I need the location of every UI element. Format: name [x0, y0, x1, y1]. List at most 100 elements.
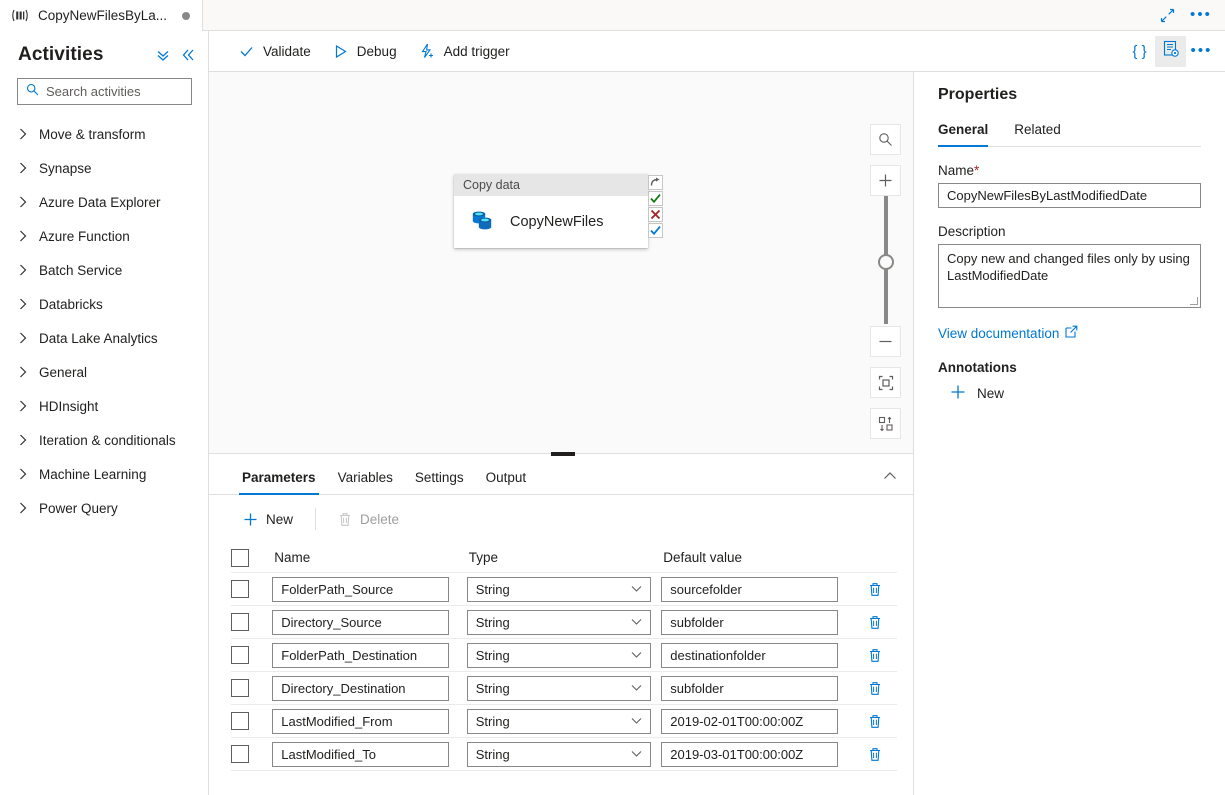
- sidebar-item-data-lake-analytics[interactable]: Data Lake Analytics: [0, 321, 208, 355]
- param-type-select[interactable]: String: [466, 741, 651, 767]
- param-type-select[interactable]: String: [466, 708, 651, 734]
- row-checkbox[interactable]: [231, 646, 249, 664]
- skip-handle[interactable]: [648, 175, 663, 190]
- expand-icon[interactable]: [1152, 1, 1182, 30]
- row-checkbox[interactable]: [231, 679, 249, 697]
- param-name-input[interactable]: LastModified_From: [272, 708, 450, 734]
- pipeline-canvas[interactable]: Copy data CopyNewFiles: [209, 72, 913, 453]
- param-default-input[interactable]: subfolder: [661, 609, 839, 635]
- param-name-input[interactable]: FolderPath_Source: [272, 576, 450, 602]
- validate-button[interactable]: Validate: [228, 35, 322, 67]
- add-trigger-button[interactable]: Add trigger: [408, 35, 521, 67]
- success-handle[interactable]: [648, 191, 663, 206]
- row-checkbox[interactable]: [231, 613, 249, 631]
- delete-row-icon[interactable]: [868, 714, 882, 729]
- failure-handle[interactable]: [648, 207, 663, 222]
- chevron-down-icon: [631, 684, 642, 692]
- sidebar-item-power-query[interactable]: Power Query: [0, 491, 208, 525]
- sidebar-item-batch-service[interactable]: Batch Service: [0, 253, 208, 287]
- description-field[interactable]: Copy new and changed files only by using…: [938, 244, 1201, 308]
- delete-row-icon[interactable]: [868, 582, 882, 597]
- param-type-cell: String: [466, 642, 662, 668]
- panel-resize-handle[interactable]: [551, 452, 575, 456]
- row-checkbox[interactable]: [231, 745, 249, 763]
- double-chevron-down-icon[interactable]: [155, 47, 171, 63]
- delete-row-icon[interactable]: [868, 648, 882, 663]
- zoom-slider[interactable]: [870, 196, 901, 324]
- param-default-input[interactable]: destinationfolder: [661, 642, 839, 668]
- sidebar-item-iteration-conditionals[interactable]: Iteration & conditionals: [0, 423, 208, 457]
- auto-align-button[interactable]: [870, 408, 901, 439]
- zoom-slider-thumb[interactable]: [878, 254, 894, 270]
- chevron-right-icon: [19, 332, 29, 344]
- properties-panel: Properties General Related Name* CopyNew…: [913, 72, 1225, 795]
- param-type-value: String: [475, 647, 510, 663]
- debug-button[interactable]: Debug: [322, 35, 408, 67]
- collapse-panel-button[interactable]: [883, 468, 913, 494]
- sidebar-item-synapse[interactable]: Synapse: [0, 151, 208, 185]
- param-type-cell: String: [466, 609, 662, 635]
- double-chevron-left-icon[interactable]: [180, 47, 196, 63]
- sidebar-item-general[interactable]: General: [0, 355, 208, 389]
- sidebar-item-machine-learning[interactable]: Machine Learning: [0, 457, 208, 491]
- tab-variables[interactable]: Variables: [327, 470, 404, 494]
- tab-parameters[interactable]: Parameters: [231, 470, 327, 495]
- delete-row-icon[interactable]: [868, 615, 882, 630]
- row-checkbox[interactable]: [231, 580, 249, 598]
- tab-general[interactable]: General: [938, 122, 998, 147]
- param-type-select[interactable]: String: [466, 642, 651, 668]
- pipeline-tab[interactable]: CopyNewFilesByLa...: [0, 0, 204, 31]
- param-name-input[interactable]: Directory_Destination: [272, 675, 450, 701]
- search-activities-input[interactable]: Search activities: [17, 78, 192, 105]
- unsaved-indicator-icon: [182, 11, 191, 20]
- tab-related[interactable]: Related: [1014, 122, 1071, 146]
- tab-output[interactable]: Output: [475, 470, 538, 494]
- param-type-select[interactable]: String: [466, 609, 651, 635]
- row-checkbox[interactable]: [231, 712, 249, 730]
- delete-row-icon[interactable]: [868, 747, 882, 762]
- sidebar-item-azure-data-explorer[interactable]: Azure Data Explorer: [0, 185, 208, 219]
- code-braces-icon: { }: [1132, 42, 1147, 60]
- name-field[interactable]: CopyNewFilesByLastModifiedDate: [938, 183, 1201, 208]
- sidebar-item-databricks[interactable]: Databricks: [0, 287, 208, 321]
- add-annotation-button[interactable]: New: [938, 384, 1201, 403]
- zoom-in-button[interactable]: [870, 165, 901, 196]
- param-default-input[interactable]: sourcefolder: [661, 576, 839, 602]
- param-name-input[interactable]: FolderPath_Destination: [272, 642, 450, 668]
- name-field-label: Name*: [938, 163, 1201, 178]
- sidebar-item-azure-function[interactable]: Azure Function: [0, 219, 208, 253]
- code-view-button[interactable]: { }: [1124, 36, 1155, 67]
- completion-handle[interactable]: [648, 223, 663, 238]
- command-separator: [315, 508, 317, 530]
- view-documentation-link[interactable]: View documentation: [938, 325, 1201, 341]
- pipeline-toolbar: Validate Debug Add trigger { } •••: [209, 31, 1225, 72]
- window-more-button[interactable]: •••: [1186, 1, 1216, 30]
- fit-to-screen-button[interactable]: [870, 367, 901, 398]
- toolbar-more-button[interactable]: •••: [1186, 36, 1217, 67]
- column-header-name: Name: [274, 550, 311, 565]
- properties-panel-button[interactable]: [1155, 35, 1186, 67]
- delete-row-icon[interactable]: [868, 681, 882, 696]
- activity-name-label: CopyNewFiles: [510, 214, 604, 230]
- tab-settings[interactable]: Settings: [404, 470, 475, 494]
- sidebar-item-hdinsight[interactable]: HDInsight: [0, 389, 208, 423]
- canvas-search-button[interactable]: [870, 124, 901, 155]
- select-all-checkbox[interactable]: [231, 548, 249, 567]
- activity-node-copy-data[interactable]: Copy data CopyNewFiles: [454, 174, 648, 248]
- param-name-input[interactable]: LastModified_To: [272, 741, 450, 767]
- delete-parameter-button[interactable]: Delete: [326, 503, 411, 535]
- name-label-text: Name: [938, 163, 975, 178]
- sidebar-item-move-transform[interactable]: Move & transform: [0, 117, 208, 151]
- validate-label: Validate: [263, 43, 311, 59]
- param-name-cell: Directory_Source: [272, 609, 467, 635]
- new-parameter-button[interactable]: New: [231, 503, 305, 535]
- param-type-select[interactable]: String: [466, 675, 651, 701]
- activities-list: Move & transform Synapse Azure Data Expl…: [0, 117, 208, 525]
- param-default-input[interactable]: 2019-02-01T00:00:00Z: [661, 708, 839, 734]
- param-default-input[interactable]: 2019-03-01T00:00:00Z: [661, 741, 839, 767]
- param-type-select[interactable]: String: [466, 576, 651, 602]
- param-name-input[interactable]: Directory_Source: [272, 609, 450, 635]
- param-default-input[interactable]: subfolder: [661, 675, 839, 701]
- activities-title: Activities: [18, 44, 104, 65]
- zoom-out-button[interactable]: [870, 326, 901, 357]
